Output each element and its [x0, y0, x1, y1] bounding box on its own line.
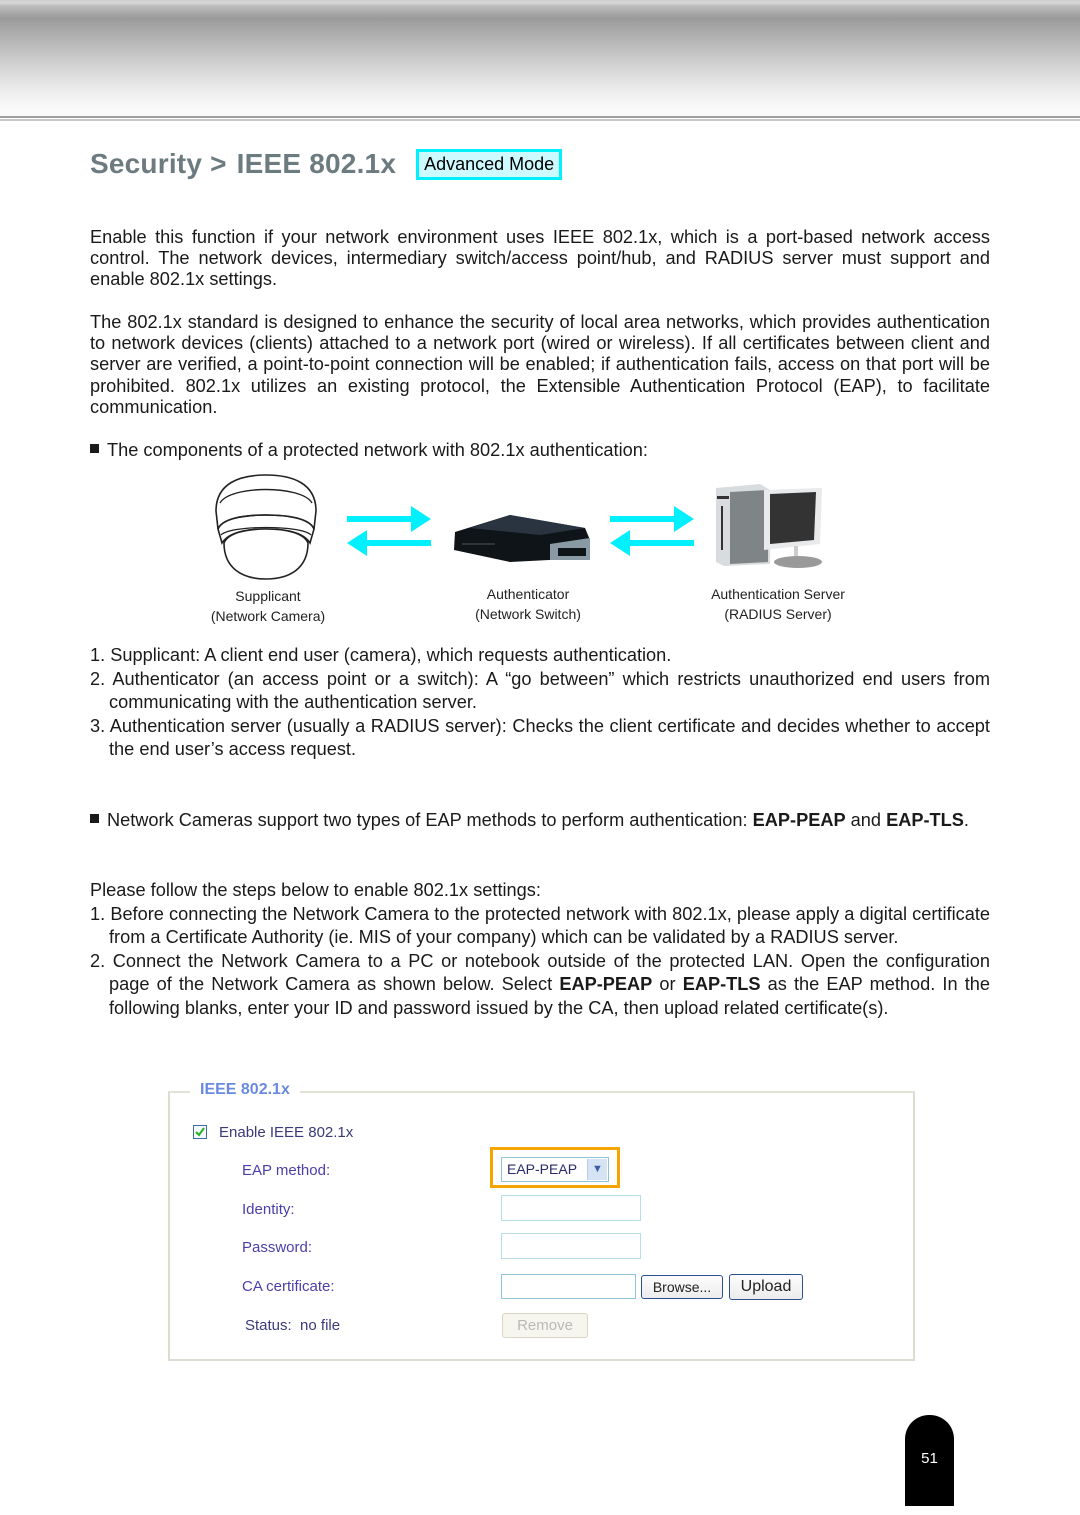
- step-number: 2.: [90, 950, 106, 971]
- identity-label: Identity:: [242, 1201, 295, 1218]
- bullet-icon: [90, 814, 99, 823]
- title-row: Security > IEEE 802.1x Advanced Mode: [90, 148, 563, 180]
- step-number: 1.: [90, 903, 106, 924]
- title-section: Security: [90, 148, 203, 179]
- network-switch-icon: [454, 515, 590, 562]
- page-title: Security > IEEE 802.1x: [90, 148, 396, 180]
- list-number: 1.: [90, 645, 106, 665]
- list-number: 3.: [90, 715, 106, 736]
- identity-input[interactable]: [501, 1195, 641, 1221]
- components-heading-text: The components of a protected network wi…: [107, 440, 648, 460]
- step-item: 2. Connect the Network Camera to a PC or…: [90, 950, 990, 1021]
- password-label: Password:: [242, 1239, 313, 1256]
- page-number-tab: 51: [905, 1415, 954, 1506]
- panel-legend: IEEE 802.1x: [190, 1081, 300, 1099]
- network-diagram: Supplicant (Network Camera) Authenticato…: [200, 470, 870, 630]
- list-text: Supplicant: A client end user (camera), …: [110, 645, 672, 665]
- server-computer-icon: [716, 484, 822, 568]
- status-label: Status:: [245, 1317, 292, 1334]
- remove-button[interactable]: Remove: [502, 1313, 588, 1338]
- ca-certificate-label: CA certificate:: [242, 1278, 335, 1295]
- node-sublabel: (RADIUS Server): [724, 606, 832, 622]
- bidirectional-arrows-icon: [347, 506, 431, 556]
- page-header-band: [0, 0, 1080, 121]
- upload-button[interactable]: Upload: [729, 1274, 803, 1300]
- eap-note-suffix: .: [963, 810, 969, 830]
- bullet-icon: [90, 444, 99, 453]
- steps-intro: Please follow the steps below to enable …: [90, 880, 541, 900]
- steps-section: Please follow the steps below to enable …: [90, 879, 990, 1020]
- eap-note-joiner: and: [845, 810, 887, 830]
- step-item: 1. Before connecting the Network Camera …: [90, 903, 990, 950]
- eap-note-text: Network Cameras support two types of EAP…: [107, 810, 753, 830]
- status-value: no file: [300, 1317, 341, 1334]
- node-sublabel: (Network Switch): [475, 606, 581, 622]
- node-label: Authenticator: [486, 586, 570, 602]
- node-caption-authenticator: Authenticator (Network Switch): [448, 584, 608, 624]
- components-list: 1. Supplicant: A client end user (camera…: [90, 644, 990, 762]
- list-item: 3. Authentication server (usually a RADI…: [90, 715, 990, 762]
- ca-certificate-file-input[interactable]: [501, 1274, 636, 1299]
- node-caption-auth-server: Authentication Server (RADIUS Server): [678, 584, 878, 624]
- components-heading: The components of a protected network wi…: [90, 439, 990, 462]
- browse-button[interactable]: Browse...: [641, 1275, 723, 1299]
- eap-methods-note: Network Cameras support two types of EAP…: [90, 809, 1009, 832]
- password-input[interactable]: [501, 1233, 641, 1259]
- eap-method-value: EAP-PEAP: [507, 1161, 578, 1177]
- dome-camera-icon: [215, 474, 317, 580]
- chevron-down-icon[interactable]: ▼: [587, 1159, 607, 1180]
- eap-tls-term: EAP-TLS: [682, 974, 761, 994]
- eap-method-label: EAP method:: [242, 1162, 331, 1179]
- list-item: 2. Authenticator (an access point or a s…: [90, 668, 990, 715]
- step-text: or: [652, 974, 683, 994]
- status-row: Status: no file: [245, 1317, 340, 1334]
- node-sublabel: (Network Camera): [210, 608, 326, 624]
- title-page: IEEE 802.1x: [236, 148, 397, 179]
- eap-peap-term: EAP-PEAP: [752, 810, 846, 830]
- enable-ieee8021x-checkbox[interactable]: [193, 1125, 207, 1139]
- eap-peap-term: EAP-PEAP: [559, 974, 653, 994]
- list-text: Authentication server (usually a RADIUS …: [109, 715, 990, 760]
- step-text: Before connecting the Network Camera to …: [109, 903, 990, 948]
- node-label: Supplicant: [235, 588, 301, 604]
- advanced-mode-badge: Advanced Mode: [416, 148, 563, 180]
- eap-tls-term: EAP-TLS: [886, 810, 964, 830]
- eap-method-select[interactable]: EAP-PEAP ▼: [501, 1157, 609, 1182]
- checkmark-icon: [195, 1127, 205, 1137]
- intro-paragraph-1: Enable this function if your network env…: [90, 227, 990, 290]
- intro-paragraph-2: The 802.1x standard is designed to enhan…: [90, 312, 990, 417]
- page-number: 51: [921, 1450, 938, 1467]
- list-text: Authenticator (an access point or a swit…: [109, 668, 990, 713]
- enable-ieee8021x-label: Enable IEEE 802.1x: [219, 1124, 354, 1141]
- node-caption-supplicant: Supplicant (Network Camera): [188, 586, 348, 626]
- list-number: 2.: [90, 668, 106, 689]
- list-item: 1. Supplicant: A client end user (camera…: [90, 644, 990, 668]
- bidirectional-arrows-icon: [610, 506, 694, 556]
- node-label: Authentication Server: [711, 586, 845, 602]
- title-separator: >: [210, 148, 227, 179]
